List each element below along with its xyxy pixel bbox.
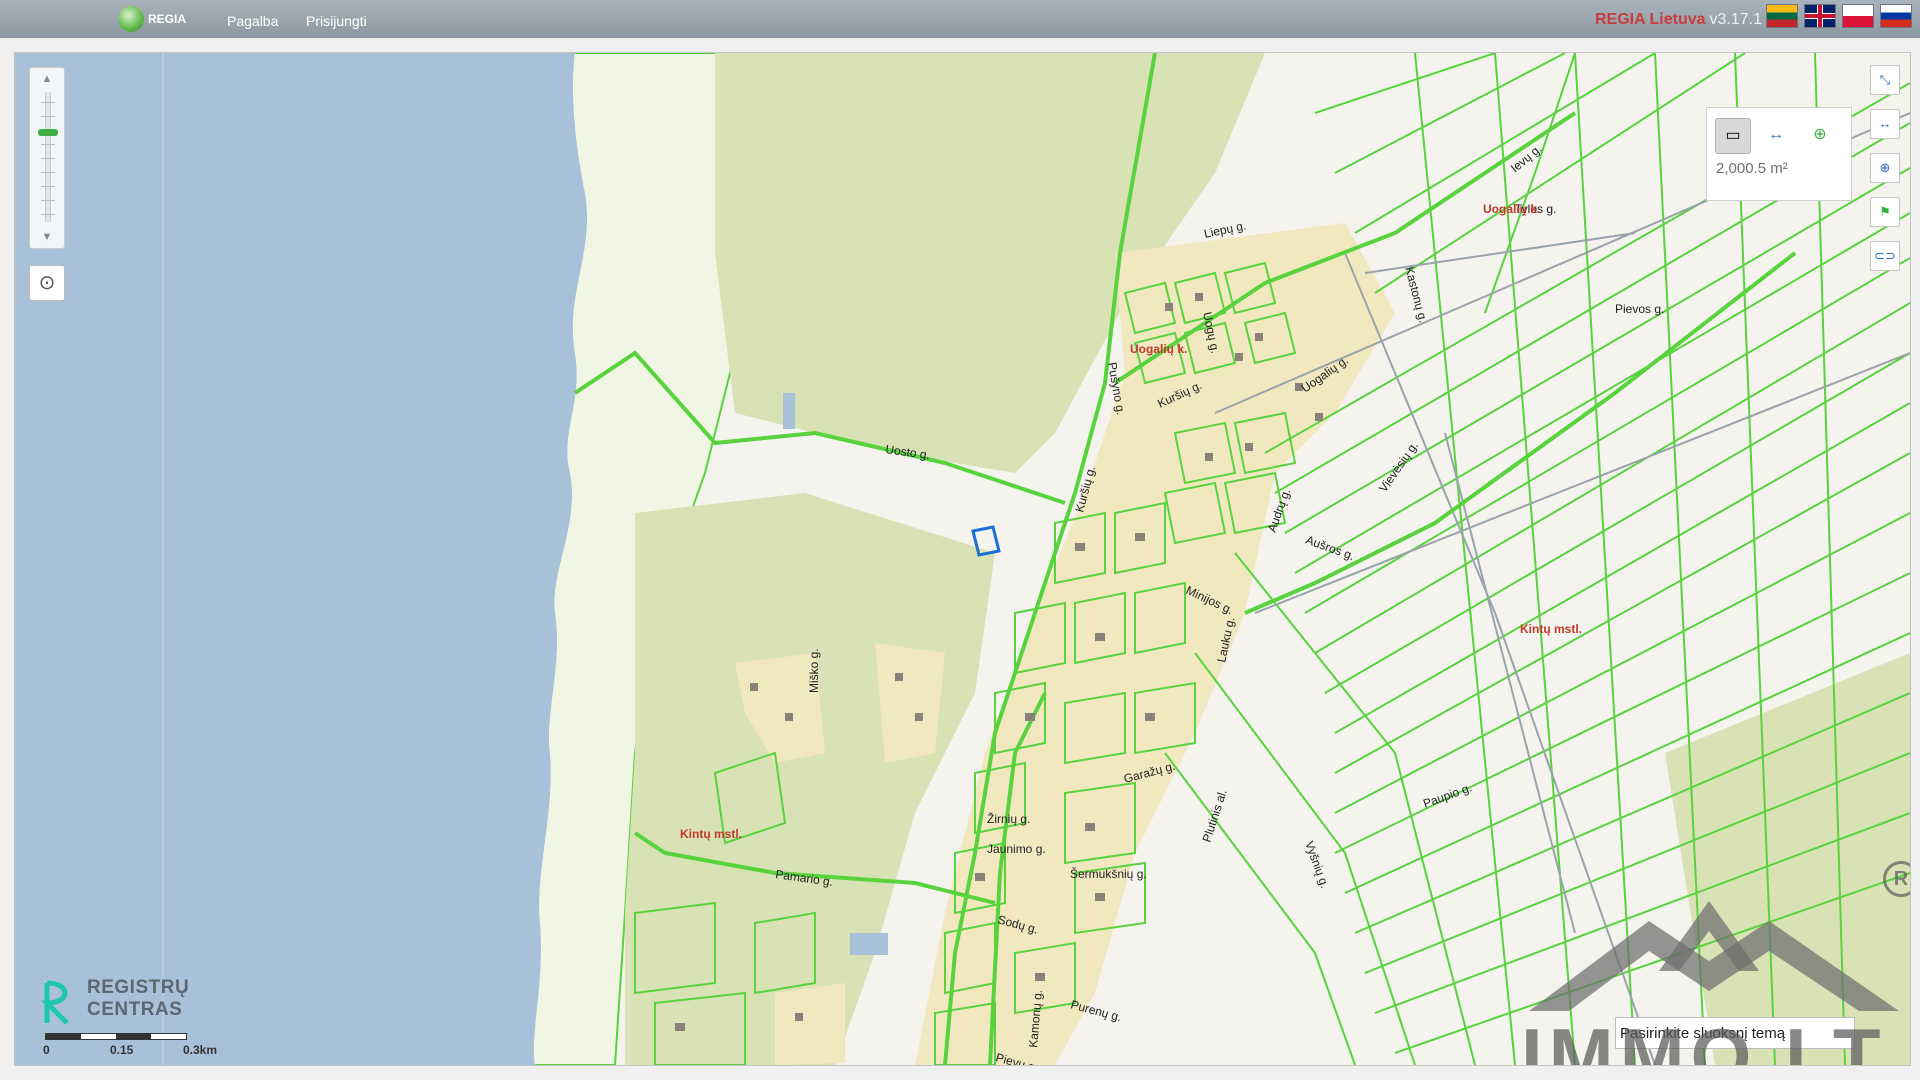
rc-logo-icon [40,980,69,1025]
zoom-slider-track[interactable] [38,92,58,222]
nav-help[interactable]: Pagalba [227,13,278,29]
zoom-slider-handle[interactable] [38,129,58,136]
nav-login[interactable]: Prisijungti [306,13,367,29]
map-canvas[interactable]: Uosto g. Liepų g. Uogų g. Kuršių g. Kast… [15,53,1910,1065]
regia-logo[interactable]: REGIA [118,6,186,32]
top-bar: REGIA Pagalba Prisijungti REGIA Lietuva v… [0,0,1920,38]
measure-value: 2,000.5 m² [1716,160,1788,177]
street-label: Žirnių g. [987,811,1030,826]
street-label: Jaunimo g. [987,842,1046,856]
xy-icon: ⊕ [1879,160,1891,175]
measure-area-tool[interactable]: ▭ [1715,118,1751,154]
layer-select-input[interactable]: Pasirinkite sluoksnį temą [1615,1017,1855,1049]
scale-label: 0.3km [183,1043,218,1057]
right-toolbar: ⤡ ↔ ⊕ ⚑ ⊂⊃ [1870,65,1900,285]
locate-me-button[interactable]: ⊙ [29,265,65,301]
flag-button[interactable]: ⚑ [1870,197,1900,227]
measure-panel: ▭ ↔ ⊕ 2,000.5 m² [1706,107,1852,201]
globe-icon: ⊕ [1813,126,1827,143]
zoom-out-button[interactable]: ▼ [30,228,64,246]
brand-title: REGIA Lietuva v3.17.1 [1595,11,1762,29]
measure-point-tool[interactable]: ⊕ [1803,118,1837,152]
fullscreen-button[interactable]: ⤡ [1870,65,1900,95]
coordinates-button[interactable]: ⊕ [1870,153,1900,183]
ruler-icon: ↔ [1878,116,1892,131]
settlement-area [875,643,945,763]
street-label: Miško g. [807,648,821,693]
area-icon: ▭ [1725,127,1741,144]
pl-flag-icon[interactable] [1842,4,1874,28]
map-view[interactable]: Uosto g. Liepų g. Uogų g. Kuršių g. Kast… [14,52,1911,1066]
link-button[interactable]: ⊂⊃ [1870,241,1900,271]
place-label: Kintų mstl. [1520,622,1582,636]
settlement-area [775,983,845,1065]
pond [783,393,795,429]
version: v3.17.1 [1709,11,1762,28]
registrucentras-logo: REGISTRŲ CENTRAS [40,977,189,1031]
measure-button[interactable]: ↔ [1870,109,1900,139]
flag-icon: ⚑ [1879,204,1891,219]
crosshair-icon: ⊙ [38,272,56,294]
ru-flag-icon[interactable] [1880,4,1912,28]
pond [850,933,888,955]
measure-distance-tool[interactable]: ↔ [1759,118,1793,152]
street-label: Pievos g. [1615,302,1664,316]
place-label: Uogalių k. [1483,202,1540,216]
street-label: Šermukšnių g. [1070,866,1147,881]
fullscreen-icon: ⤡ [1879,72,1891,87]
zoom-in-button[interactable]: ▲ [30,70,64,88]
place-label: Uogalių k. [1130,342,1187,356]
gb-flag-icon[interactable] [1804,4,1836,28]
brand-name: REGIA Lietuva [1594,11,1706,28]
logo-text: REGIA [148,12,187,26]
place-label: Kintų mstl. [680,827,742,841]
lagoon-water [15,53,588,1065]
regia-logo-icon [118,6,144,32]
distance-icon: ↔ [1768,126,1784,143]
language-selector [1766,4,1912,28]
link-icon: ⊂⊃ [1874,248,1896,263]
zoom-control: ▲ ▼ [29,67,65,249]
scale-label: 0.15 [110,1043,134,1057]
rc-logo-text: REGISTRŲ CENTRAS [87,977,190,1020]
scale-label: 0 [43,1043,50,1057]
lt-flag-icon[interactable] [1766,4,1798,28]
